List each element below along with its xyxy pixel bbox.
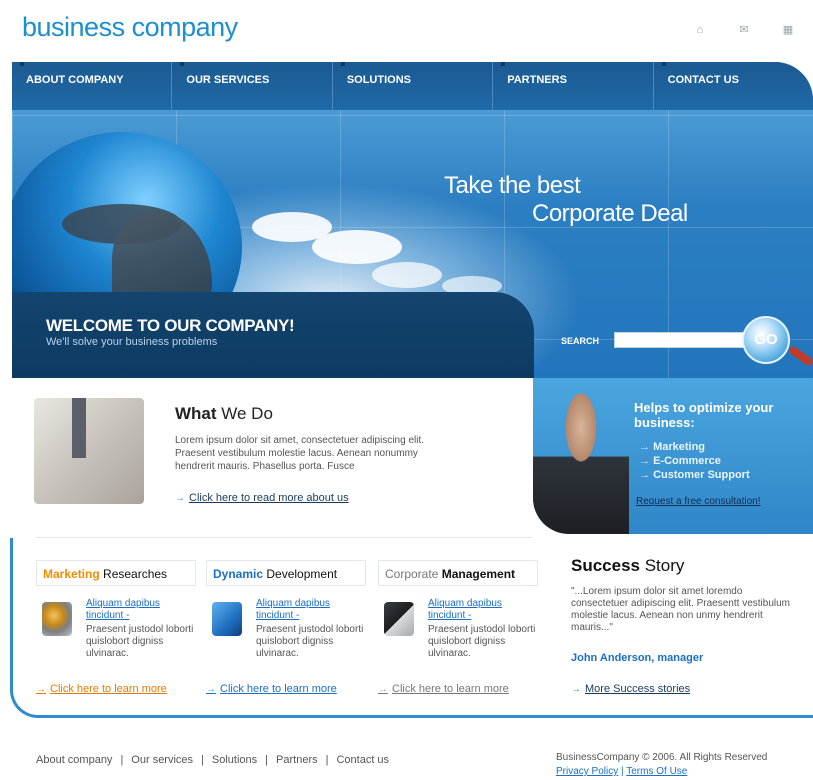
more-success-stories: → More Success stories	[571, 683, 690, 695]
more-success-stories-link[interactable]: More Success stories	[585, 683, 690, 695]
learn-more-link[interactable]: → Click here to learn more	[36, 683, 167, 695]
welcome-title: WELCOME TO OUR COMPANY!	[46, 316, 295, 335]
column-item-text: Praesent justodol loborti quislobort dig…	[86, 624, 194, 659]
optimize-item: Marketing	[639, 440, 750, 454]
company-logo[interactable]: business company	[22, 12, 238, 43]
sitemap-icon[interactable]: ▦	[781, 24, 795, 36]
free-consultation-link[interactable]: Request a free consultation!	[636, 496, 761, 507]
read-more-link[interactable]: Click here to read more about us	[189, 492, 349, 504]
learn-more-link[interactable]: → Click here to learn more	[378, 683, 509, 695]
optimize-item: Customer Support	[639, 468, 750, 482]
optimize-box: Helps to optimize your business: Marketi…	[533, 378, 813, 534]
column-item-text: Praesent justodol loborti quislobort dig…	[428, 624, 536, 659]
welcome-subtitle: We'll solve your business problems	[46, 336, 218, 348]
column-marketing: Marketing Researches Aliquam dapibus tin…	[36, 560, 196, 695]
footer-contact-us[interactable]: Contact us	[336, 754, 389, 766]
search-go-button[interactable]: GO	[742, 316, 790, 364]
nav-about-company[interactable]: ABOUT COMPANY	[12, 62, 173, 110]
column-heading: Corporate Management	[378, 560, 538, 586]
column-management: Corporate Management Aliquam dapibus tin…	[378, 560, 538, 695]
column-heading: Marketing Researches	[36, 560, 196, 586]
column-item: Aliquam dapibus tincidunt - Praesent jus…	[36, 598, 196, 672]
optimize-list: Marketing E-Commerce Customer Support	[639, 440, 750, 482]
hero-tagline-line1: Take the best	[444, 172, 581, 199]
success-author: John Anderson, manager	[571, 652, 704, 664]
footer-separator: |	[621, 766, 624, 777]
header-banner: ABOUT COMPANY OUR SERVICES SOLUTIONS PAR…	[12, 62, 813, 378]
terms-of-use-link[interactable]: Terms Of Use	[626, 766, 687, 777]
footer-our-services[interactable]: Our services	[131, 754, 193, 766]
wrench-icon	[42, 602, 72, 636]
arrow-right-icon: →	[175, 493, 185, 504]
optimize-item: E-Commerce	[639, 454, 750, 468]
read-more-about-us: → Click here to read more about us	[175, 492, 349, 504]
footer-partners[interactable]: Partners	[276, 754, 318, 766]
column-item-link[interactable]: Aliquam dapibus tincidunt -	[86, 598, 196, 622]
column-item: Aliquam dapibus tincidunt - Praesent jus…	[206, 598, 366, 672]
optimize-heading: Helps to optimize your business:	[634, 400, 774, 430]
welcome-box: WELCOME TO OUR COMPANY! We'll solve your…	[12, 292, 534, 378]
search-input[interactable]	[614, 332, 754, 348]
footer-separator: |	[120, 754, 124, 766]
footer-legal-links: Privacy Policy | Terms Of Use	[556, 766, 687, 777]
nav-our-services[interactable]: OUR SERVICES	[172, 62, 333, 110]
what-we-do-text: Lorem ipsum dolor sit amet, consectetuer…	[175, 435, 425, 472]
privacy-policy-link[interactable]: Privacy Policy	[556, 766, 618, 777]
column-item-text: Praesent justodol loborti quislobort dig…	[256, 624, 364, 659]
home-icon[interactable]: ⌂	[693, 24, 707, 36]
footer-nav: About company | Our services | Solutions | Par…	[36, 754, 389, 766]
footer-separator: |	[201, 754, 204, 766]
column-item-link[interactable]: Aliquam dapibus tincidunt -	[428, 598, 538, 622]
top-icon-bar: ⌂ ✉ ▦	[693, 24, 795, 36]
arrow-right-icon: →	[36, 684, 46, 695]
arrow-right-icon: →	[378, 684, 388, 695]
search-label: SEARCH	[561, 336, 600, 346]
main-nav: ABOUT COMPANY OUR SERVICES SOLUTIONS PAR…	[12, 62, 813, 110]
footer-separator: |	[325, 754, 329, 766]
column-item-link[interactable]: Aliquam dapibus tincidunt -	[256, 598, 366, 622]
arrow-right-icon: →	[571, 684, 581, 695]
businesswoman-photo	[533, 392, 629, 534]
success-story-title: Success Story	[571, 556, 685, 575]
nav-solutions[interactable]: SOLUTIONS	[333, 62, 494, 110]
column-development: Dynamic Development Aliquam dapibus tinc…	[206, 560, 366, 695]
nav-contact-us[interactable]: CONTACT US	[654, 62, 813, 110]
arrow-right-icon: →	[206, 684, 216, 695]
footer-solutions[interactable]: Solutions	[212, 754, 257, 766]
learn-more-link[interactable]: → Click here to learn more	[206, 683, 337, 695]
footer-separator: |	[265, 754, 269, 766]
column-heading: Dynamic Development	[206, 560, 366, 586]
nav-partners[interactable]: PARTNERS	[493, 62, 654, 110]
footer-about-company[interactable]: About company	[36, 754, 112, 766]
software-box-icon	[212, 602, 242, 636]
copyright: BusinessCompany © 2006. All Rights Reser…	[556, 752, 768, 763]
cloud	[312, 230, 402, 264]
what-we-do-title: What We Do	[175, 404, 273, 423]
mail-icon[interactable]: ✉	[737, 24, 751, 36]
hero-tagline-line2: Corporate Deal	[532, 200, 688, 227]
cloud	[372, 262, 442, 288]
businessman-photo	[34, 398, 144, 504]
column-item: Aliquam dapibus tincidunt - Praesent jus…	[378, 598, 538, 672]
documents-icon	[384, 602, 414, 636]
success-quote: "...Lorem ipsum dolor sit amet loremdo c…	[571, 586, 791, 633]
